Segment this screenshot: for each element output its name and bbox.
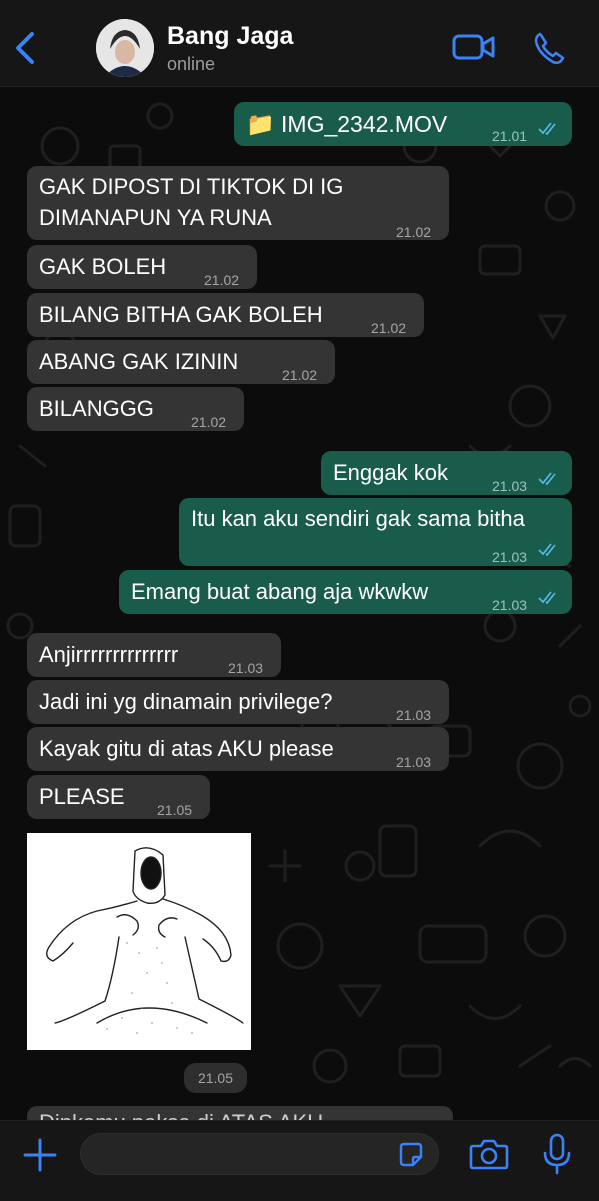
contact-status: online	[167, 54, 216, 74]
camera-icon[interactable]	[469, 1137, 509, 1171]
chat-header: Bang Jaga online	[0, 0, 599, 87]
message-text-line-1: GAK DIPOST DI TIKTOK DI IG	[39, 174, 344, 199]
message-time: 21.02	[191, 414, 227, 430]
message-bubble-incoming[interactable]: ABANG GAK IZININ 21.02	[27, 340, 335, 384]
message-text: GAK BOLEH	[39, 254, 167, 279]
message-text: Jadi ini yg dinamain privilege?	[39, 689, 333, 714]
input-bar	[0, 1120, 599, 1201]
image-message[interactable]	[27, 833, 251, 1050]
message-text: PLEASE	[39, 784, 125, 809]
message-time: 21.02	[204, 272, 240, 288]
message-time: 21.03	[396, 707, 432, 723]
contact-name[interactable]: Bang Jaga	[167, 22, 293, 51]
message-text: ABANG GAK IZININ	[39, 349, 239, 374]
video-call-icon[interactable]	[452, 32, 496, 62]
message-bubble-incoming[interactable]: GAK DIPOST DI TIKTOK DI IG DIMANAPUN YA …	[27, 166, 449, 240]
message-bubble-incoming[interactable]: Kayak gitu di atas AKU please 21.03	[27, 727, 449, 771]
message-time: 21.02	[282, 367, 318, 383]
message-text: BILANGGG	[39, 396, 154, 421]
message-time: 21.03	[492, 478, 528, 494]
sticker-icon[interactable]	[397, 1141, 425, 1169]
message-bubble-incoming[interactable]: Jadi ini yg dinamain privilege? 21.03	[27, 680, 449, 724]
message-time: 21.03	[228, 660, 264, 676]
read-ticks-icon	[538, 122, 556, 136]
message-bubble-incoming[interactable]: Anjirrrrrrrrrrrrrr 21.03	[27, 633, 281, 677]
message-text: Anjirrrrrrrrrrrrrr	[39, 642, 179, 667]
message-text-line-2: DIMANAPUN YA RUNA	[39, 205, 272, 230]
image-message-time: 21.05	[184, 1063, 247, 1093]
message-bubble-incoming[interactable]: BILANG BITHA GAK BOLEH 21.02	[27, 293, 424, 337]
plus-icon[interactable]	[22, 1137, 58, 1173]
microphone-icon[interactable]	[541, 1133, 573, 1175]
sketch-image	[27, 833, 251, 1050]
message-text: 📁 IMG_2342.MOV	[246, 111, 448, 137]
message-bubble-incoming[interactable]: BILANGGG 21.02	[27, 387, 244, 431]
message-text: Kayak gitu di atas AKU please	[39, 736, 334, 761]
read-ticks-icon	[538, 543, 556, 557]
message-time: 21.03	[396, 754, 432, 770]
message-bubble-incoming[interactable]: PLEASE 21.05	[27, 775, 210, 819]
phone-call-icon[interactable]	[532, 30, 568, 66]
message-bubble-outgoing[interactable]: Itu kan aku sendiri gak sama bitha 21.03	[179, 498, 572, 566]
message-text: BILANG BITHA GAK BOLEH	[39, 302, 323, 327]
message-time: 21.05	[157, 802, 193, 818]
message-time: 21.02	[396, 224, 432, 240]
message-bubble-outgoing[interactable]: Emang buat abang aja wkwkw 21.03	[119, 570, 572, 614]
message-text: Itu kan aku sendiri gak sama bitha	[191, 506, 525, 531]
message-text: Emang buat abang aja wkwkw	[131, 579, 429, 604]
message-bubble-outgoing[interactable]: 📁 IMG_2342.MOV 21.01	[234, 102, 572, 146]
message-time: 21.03	[492, 597, 528, 613]
message-input[interactable]	[80, 1133, 439, 1175]
message-time: 21.03	[492, 549, 528, 565]
message-time: 21.02	[371, 320, 407, 336]
message-time: 21.01	[492, 128, 528, 144]
avatar-image	[96, 19, 154, 77]
message-text: Enggak kok	[333, 460, 448, 485]
contact-avatar[interactable]	[96, 19, 154, 77]
back-chevron-icon[interactable]	[10, 30, 40, 66]
message-bubble-incoming[interactable]: GAK BOLEH 21.02	[27, 245, 257, 289]
read-ticks-icon	[538, 591, 556, 605]
message-bubble-outgoing[interactable]: Enggak kok 21.03	[321, 451, 572, 495]
read-ticks-icon	[538, 472, 556, 486]
